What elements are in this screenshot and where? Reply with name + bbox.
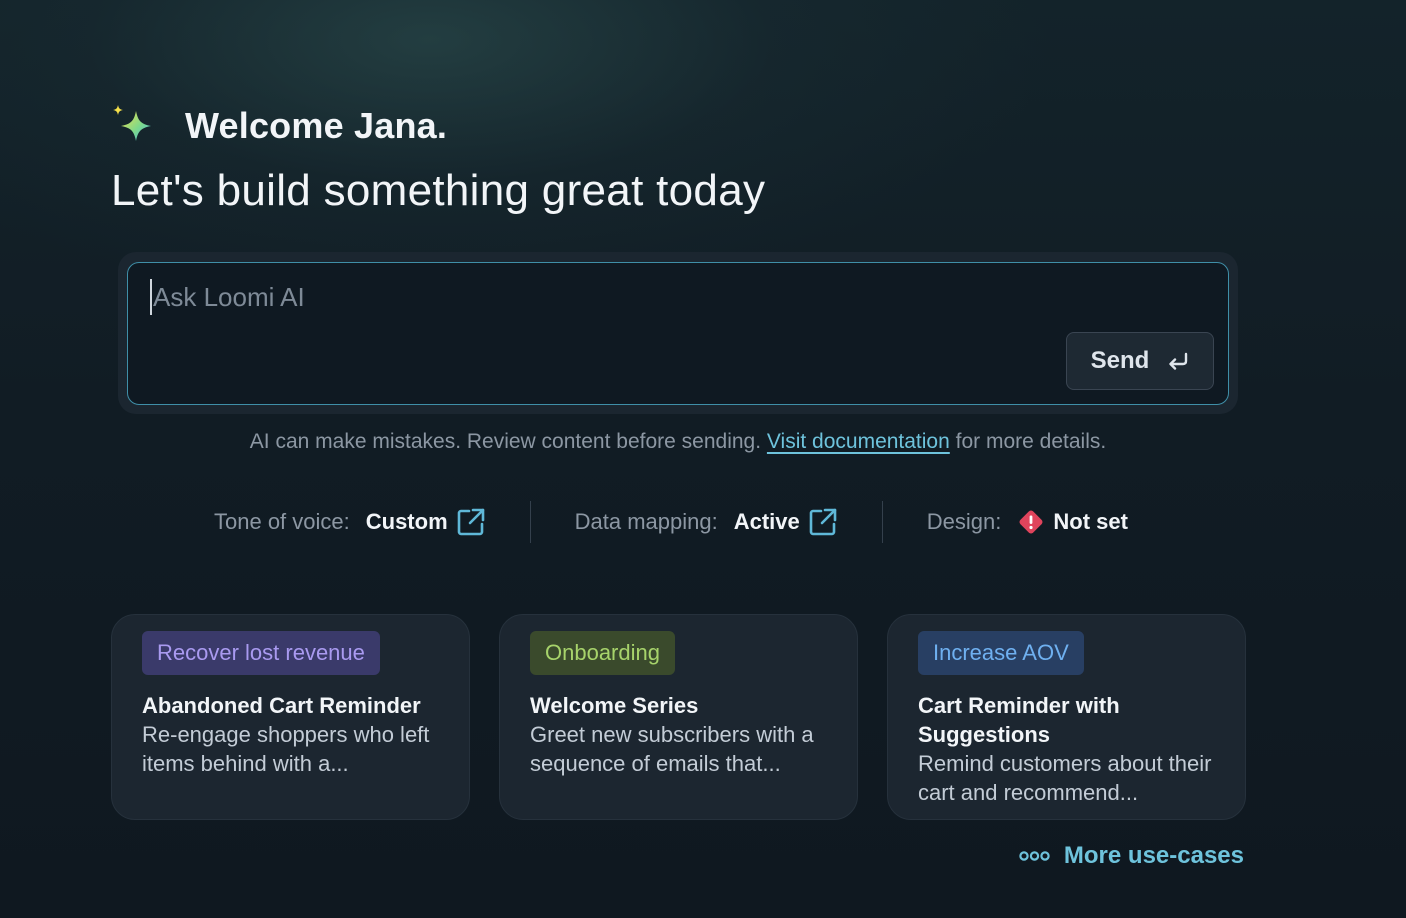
setting-label: Tone of voice:: [214, 509, 350, 534]
more-use-cases-link[interactable]: More use-cases: [1019, 842, 1244, 870]
setting-label: Data mapping:: [574, 509, 718, 534]
external-link-icon[interactable]: [456, 507, 486, 537]
use-case-card[interactable]: Recover lost revenue Abandoned Cart Remi…: [111, 614, 470, 820]
setting-value: Custom: [365, 509, 448, 534]
external-link-icon[interactable]: [808, 507, 838, 537]
send-button-label: Send: [1090, 347, 1150, 374]
use-case-card[interactable]: Increase AOV Cart Reminder with Suggesti…: [887, 614, 1246, 820]
page-subtitle: Let's build something great today: [111, 166, 766, 215]
use-case-cards: Recover lost revenue Abandoned Cart Remi…: [111, 614, 1246, 820]
prompt-box: Send: [127, 262, 1229, 405]
setting-value: Active: [733, 509, 800, 534]
use-case-card[interactable]: Onboarding Welcome Series Greet new subs…: [499, 614, 858, 820]
more-dots-icon: [1019, 851, 1050, 861]
card-title: Cart Reminder with Suggestions: [918, 693, 1120, 747]
settings-row: Tone of voice: Custom Data mapping: Acti…: [214, 500, 1128, 544]
disclaimer-suffix: for more details.: [955, 430, 1107, 453]
more-use-cases-label: More use-cases: [1063, 842, 1244, 869]
card-description: Remind customers about their cart and re…: [918, 751, 1212, 805]
welcome-heading: Welcome Jana.: [185, 105, 448, 146]
setting-design: Design: Not set: [927, 508, 1128, 536]
ask-ai-input[interactable]: [150, 279, 1050, 315]
setting-value: Not set: [1053, 509, 1128, 534]
setting-data-mapping: Data mapping: Active: [575, 507, 838, 537]
card-title: Welcome Series: [530, 693, 699, 718]
header: Welcome Jana. Let's build something grea…: [111, 102, 765, 216]
card-tag: Increase AOV: [918, 631, 1084, 675]
card-description: Greet new subscribers with a sequence of…: [530, 722, 814, 776]
sparkle-icon: [113, 105, 151, 141]
ai-disclaimer: AI can make mistakes. Review content bef…: [0, 430, 1356, 454]
card-title: Abandoned Cart Reminder: [142, 693, 421, 718]
divider: [881, 501, 883, 543]
disclaimer-text: AI can make mistakes. Review content bef…: [249, 430, 762, 453]
divider: [529, 501, 531, 543]
send-button[interactable]: Send: [1066, 332, 1214, 390]
warning-diamond-icon: [1019, 510, 1043, 534]
enter-icon: [1169, 352, 1188, 370]
documentation-link[interactable]: Visit documentation: [767, 430, 950, 453]
prompt-container: Send: [118, 252, 1238, 414]
setting-label: Design:: [926, 509, 1002, 534]
welcome-row: Welcome Jana.: [111, 102, 765, 150]
card-tag: Onboarding: [530, 631, 675, 675]
card-tag: Recover lost revenue: [142, 631, 380, 675]
card-description: Re-engage shoppers who left items behind…: [142, 722, 430, 776]
setting-tone-of-voice: Tone of voice: Custom: [214, 507, 486, 537]
